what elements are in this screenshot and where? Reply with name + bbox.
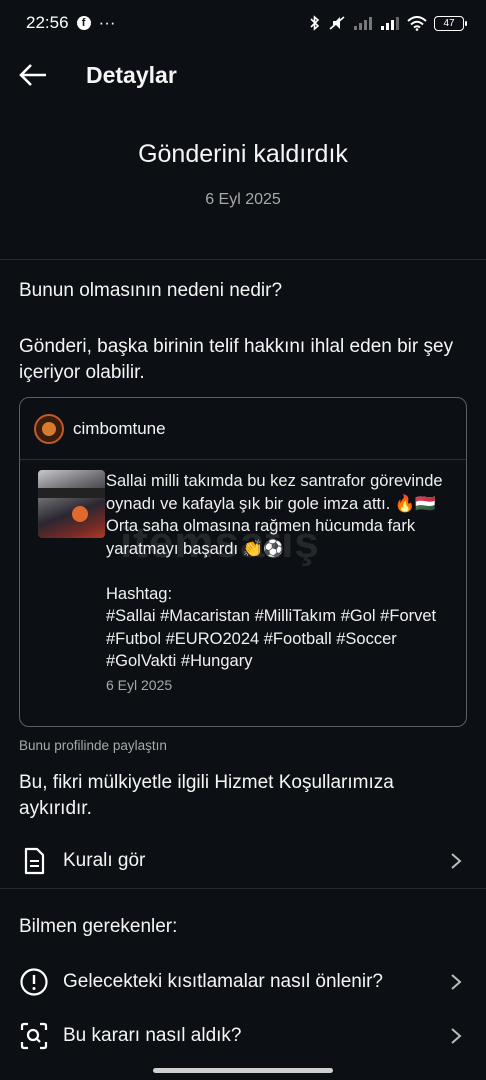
view-rule-label: Kuralı gör	[63, 850, 146, 871]
bluetooth-icon	[310, 15, 320, 31]
post-caption: Sallai milli takımda bu kez santrafor gö…	[106, 472, 443, 670]
avatar	[34, 413, 64, 444]
signal-sim1-icon	[354, 17, 372, 30]
watermark: itemsatış	[120, 518, 320, 567]
view-rule-row[interactable]: Kuralı gör	[0, 834, 486, 888]
lion-logo-icon	[42, 421, 56, 436]
post-date: 6 Eyl 2025	[106, 676, 173, 693]
decision-process-label: Bu kararı nasıl aldık?	[63, 1025, 242, 1046]
back-arrow-icon[interactable]	[18, 62, 48, 88]
reason-text: Gönderi, başka birinin telif hakkını ihl…	[19, 336, 454, 383]
exclamation-circle-icon	[20, 968, 48, 996]
wifi-icon	[407, 15, 427, 31]
top-bar: Detaylar	[0, 52, 486, 98]
battery-icon: 47	[434, 15, 467, 31]
chevron-right-icon	[451, 974, 462, 990]
removal-headline: Gönderini kaldırdık	[138, 140, 348, 168]
thumbnail-figure	[72, 506, 88, 522]
signal-sim2-icon	[381, 17, 399, 30]
thumbnail-banner	[38, 488, 105, 498]
chevron-right-icon	[451, 853, 462, 869]
facebook-notification-icon: f	[76, 16, 91, 30]
reason-question: Bunun olmasının nedeni nedir?	[19, 280, 283, 301]
chevron-right-icon	[451, 1028, 462, 1044]
post-header: cimbomtune	[20, 398, 466, 460]
post-thumbnail	[38, 470, 105, 538]
status-right: 47	[309, 15, 467, 31]
know-title: Bilmen gerekenler:	[19, 916, 178, 937]
more-notifications-icon: ···	[98, 13, 116, 32]
page-title: Detaylar	[86, 62, 177, 88]
divider	[0, 259, 486, 260]
mute-icon	[329, 16, 345, 30]
status-bar: 22:56 f ··· 47	[0, 0, 486, 46]
policy-text: Bu, fikri mülkiyetle ilgili Hizmet Koşul…	[19, 772, 394, 819]
status-left: 22:56 f ···	[26, 13, 116, 33]
avoid-restrictions-label: Gelecekteki kısıtlamalar nasıl önlenir?	[63, 971, 383, 992]
post-body: Sallai milli takımda bu kez santrafor gö…	[20, 460, 466, 693]
divider	[0, 888, 486, 889]
decision-process-row[interactable]: Bu kararı nasıl aldık?	[0, 1009, 486, 1063]
post-username: cimbomtune	[73, 418, 166, 438]
document-icon	[24, 847, 45, 875]
removal-date: 6 Eyl 2025	[205, 191, 281, 208]
status-time: 22:56	[26, 13, 69, 32]
search-scan-icon	[20, 1022, 48, 1050]
shared-note: Bunu profilinde paylaştın	[19, 738, 167, 753]
home-indicator[interactable]	[153, 1068, 333, 1073]
avoid-restrictions-row[interactable]: Gelecekteki kısıtlamalar nasıl önlenir?	[0, 955, 486, 1009]
